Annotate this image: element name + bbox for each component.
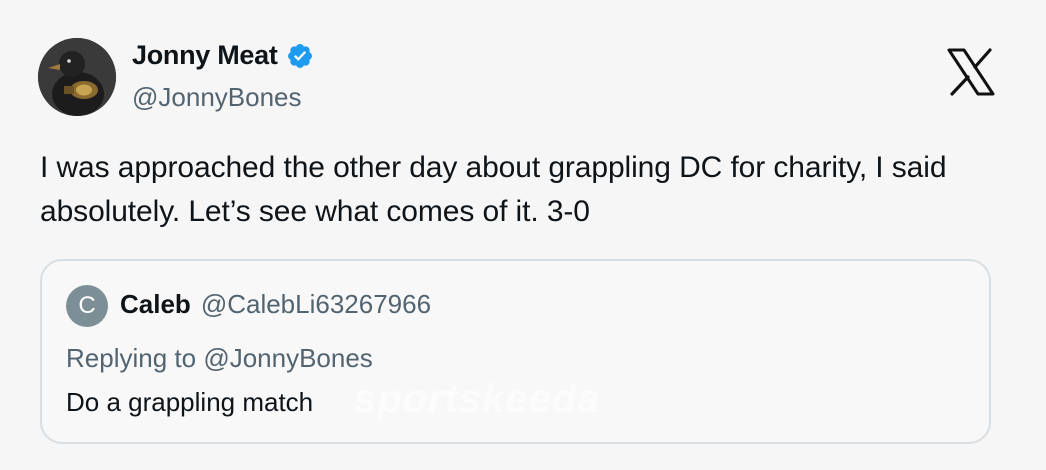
replying-mention-link[interactable]: @JonnyBones [203,343,373,373]
quoted-tweet[interactable]: C Caleb @CalebLi63267966 Replying to @Jo… [40,259,991,444]
watermark: sportskeeda [354,377,601,421]
quoted-author-row: Caleb @CalebLi63267966 [120,289,431,320]
author-display-name[interactable]: Jonny Meat [132,40,278,71]
x-logo-icon [946,48,996,96]
author-name-row: Jonny Meat [132,40,314,71]
verified-badge-icon [286,42,314,70]
author-handle[interactable]: @JonnyBones [132,82,302,113]
replying-prefix: Replying to [66,343,197,373]
tweet-card: Jonny Meat @JonnyBones I was approached … [0,0,1046,470]
duck-avatar-icon[interactable] [38,38,116,116]
quoted-avatar[interactable]: C [66,285,108,327]
quoted-tweet-text: Do a grappling match [66,387,314,417]
tweet-text: I was approached the other day about gra… [40,151,947,228]
quoted-handle[interactable]: @CalebLi63267966 [201,289,431,320]
quoted-display-name[interactable]: Caleb [120,289,191,320]
replying-to-line: Replying to @JonnyBones [66,343,373,374]
